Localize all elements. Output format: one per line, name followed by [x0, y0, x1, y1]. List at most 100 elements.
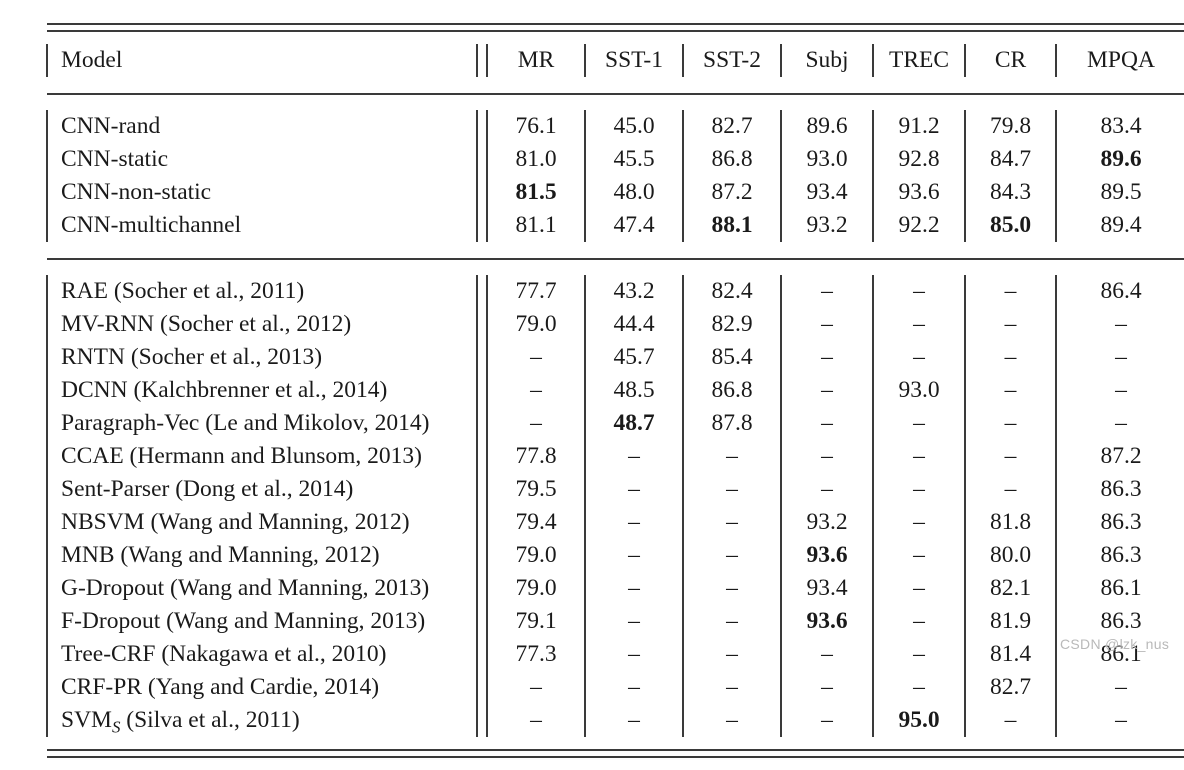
column-divider	[476, 110, 488, 143]
cell-value: –	[913, 574, 925, 601]
cell-subj: –	[780, 638, 873, 671]
column-divider	[476, 506, 488, 539]
cell-value: 89.6	[806, 112, 848, 139]
cell-sst2: –	[682, 539, 781, 572]
cell-value: –	[913, 475, 925, 502]
cell-value: –	[913, 343, 925, 370]
cell-value: 79.0	[515, 541, 557, 568]
cell-trec: –	[872, 275, 965, 308]
cell-value: 81.8	[989, 508, 1032, 535]
cell-cr: –	[964, 374, 1056, 407]
table-row: CNN-non-static 81.5 48.0 87.2 93.4 93.6 84.3 89…	[46, 176, 1184, 209]
cell-value: 81.5	[515, 178, 557, 205]
cell-mr: 77.7	[487, 275, 585, 308]
cell-mpqa: 83.4	[1055, 110, 1184, 143]
cell-value: 84.3	[989, 178, 1032, 205]
cell-value: 77.7	[515, 277, 557, 304]
cell-model-name: MNB (Wang and Manning, 2012)	[46, 539, 477, 572]
cell-sst2: –	[682, 506, 781, 539]
cell-value: 45.5	[613, 145, 655, 172]
cell-value: 93.2	[806, 211, 848, 238]
cell-model-name: RAE (Socher et al., 2011)	[46, 275, 477, 308]
cell-model-name: MV-RNN (Socher et al., 2012)	[46, 308, 477, 341]
cell-value: –	[821, 376, 833, 403]
column-divider	[476, 605, 488, 638]
cell-value: –	[726, 706, 738, 733]
cell-value: 81.4	[989, 640, 1032, 667]
cell-sst2: –	[682, 704, 781, 737]
cell-value: 45.0	[613, 112, 655, 139]
column-divider	[476, 473, 488, 506]
cell-subj: 93.6	[780, 605, 873, 638]
cell-value: 87.2	[711, 178, 753, 205]
cell-cr: –	[964, 407, 1056, 440]
column-divider	[476, 143, 488, 176]
cell-model-name: NBSVM (Wang and Manning, 2012)	[46, 506, 477, 539]
cell-mpqa: 86.4	[1055, 275, 1184, 308]
table-row: MV-RNN (Socher et al., 2012) 79.0 44.4 82.9…	[46, 308, 1184, 341]
table-rule	[47, 242, 1184, 275]
cell-model-name: CRF-PR (Yang and Cardie, 2014)	[46, 671, 477, 704]
cell-value: 89.6	[1100, 145, 1142, 172]
cell-value: –	[1004, 442, 1017, 469]
column-divider	[476, 374, 488, 407]
cell-sst2: 86.8	[682, 143, 781, 176]
table-body: Model MR SST-1 SST-2 Subj TREC CR MPQA CNN-rand 7…	[46, 11, 1184, 770]
cell-value: 81.0	[515, 145, 557, 172]
table-row: RAE (Socher et al., 2011) 77.7 43.2 82.4 – – –…	[46, 275, 1184, 308]
cell-value: –	[821, 409, 833, 436]
cell-trec: 95.0	[872, 704, 965, 737]
cell-value: –	[726, 541, 738, 568]
cell-subj: –	[780, 308, 873, 341]
cell-value: –	[628, 574, 640, 601]
cell-mr: 79.5	[487, 473, 585, 506]
cell-value: –	[913, 442, 925, 469]
cell-mpqa: –	[1055, 308, 1184, 341]
cell-trec: –	[872, 539, 965, 572]
cell-value: 95.0	[898, 706, 940, 733]
cell-value: 79.5	[515, 475, 557, 502]
cell-mr: 79.0	[487, 572, 585, 605]
cell-value: –	[821, 673, 833, 700]
cell-subj: –	[780, 440, 873, 473]
cell-trec: 92.8	[872, 143, 965, 176]
cell-mpqa: –	[1055, 704, 1184, 737]
cell-sst2: 87.2	[682, 176, 781, 209]
cell-model-name: Tree-CRF (Nakagawa et al., 2010)	[46, 638, 477, 671]
cell-value: –	[821, 442, 833, 469]
table-row: Sent-Parser (Dong et al., 2014) 79.5 – – – – –…	[46, 473, 1184, 506]
cell-cr: 82.1	[964, 572, 1056, 605]
cell-value: 86.8	[711, 376, 753, 403]
cell-subj: –	[780, 341, 873, 374]
cell-value: –	[913, 409, 925, 436]
cell-value: 48.7	[613, 409, 655, 436]
cell-value: 82.7	[711, 112, 753, 139]
cell-value: 86.3	[1100, 508, 1142, 535]
cell-mpqa: 86.1	[1055, 572, 1184, 605]
cell-cr: –	[964, 704, 1056, 737]
model-name-subscript: S	[111, 717, 121, 737]
cell-value: –	[726, 607, 738, 634]
cell-value: –	[821, 277, 833, 304]
cell-sst2: –	[682, 605, 781, 638]
cell-model-name: CCAE (Hermann and Blunsom, 2013)	[46, 440, 477, 473]
cell-value: 93.6	[898, 178, 940, 205]
cell-cr: –	[964, 341, 1056, 374]
cell-sst2: –	[682, 440, 781, 473]
cell-value: –	[1004, 310, 1017, 337]
cell-model-name: F-Dropout (Wang and Manning, 2013)	[46, 605, 477, 638]
table-row: DCNN (Kalchbrenner et al., 2014) – 48.5 86.…	[46, 374, 1184, 407]
cell-sst2: 82.7	[682, 110, 781, 143]
cell-value: 82.4	[711, 277, 753, 304]
cell-value: 93.0	[806, 145, 848, 172]
cell-value: –	[821, 343, 833, 370]
cell-sst1: 45.0	[584, 110, 683, 143]
cell-value: –	[530, 376, 542, 403]
cell-sst1: 48.5	[584, 374, 683, 407]
cell-sst1: 47.4	[584, 209, 683, 242]
cell-value: 79.0	[515, 574, 557, 601]
table-row: Tree-CRF (Nakagawa et al., 2010) 77.3 – – – –…	[46, 638, 1184, 671]
header-mr: MR	[517, 46, 555, 73]
cell-sst1: –	[584, 671, 683, 704]
cell-cr: –	[964, 440, 1056, 473]
